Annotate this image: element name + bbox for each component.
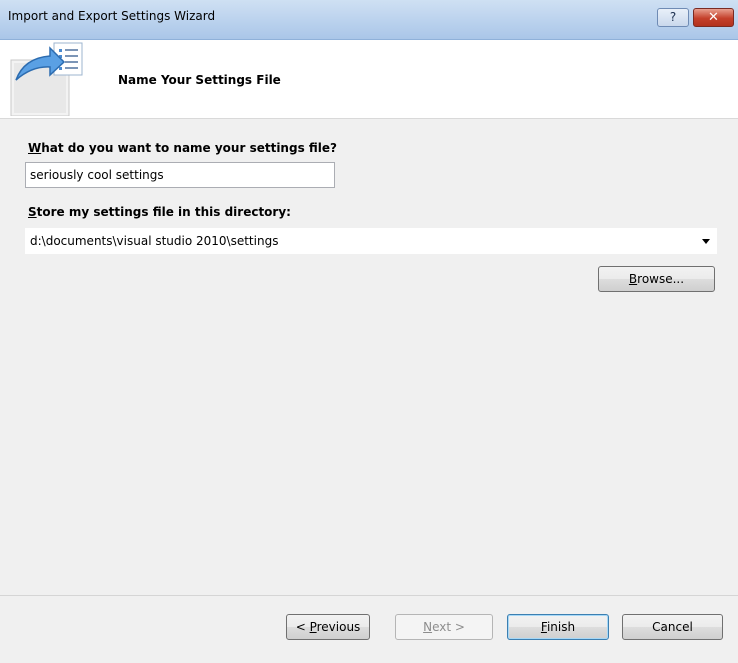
previous-button[interactable]: < Previous — [286, 614, 370, 640]
footer-divider — [0, 595, 738, 596]
next-label: ext > — [432, 620, 465, 634]
finish-label: inish — [546, 620, 576, 634]
next-accelerator: N — [423, 620, 433, 634]
browse-button[interactable]: Browse... — [598, 266, 715, 292]
directory-combobox[interactable]: d:\documents\visual studio 2010\settings — [25, 228, 717, 254]
directory-label-accelerator: S — [28, 205, 37, 219]
name-label-accelerator: W — [28, 141, 42, 155]
cancel-button[interactable]: Cancel — [622, 614, 723, 640]
previous-accelerator: P — [309, 620, 317, 634]
directory-label-text: tore my settings file in this directory: — [36, 205, 291, 219]
settings-export-icon — [10, 42, 83, 116]
settings-name-input[interactable] — [25, 162, 335, 188]
directory-value: d:\documents\visual studio 2010\settings — [30, 234, 279, 248]
previous-label: revious — [316, 620, 361, 634]
directory-label: Store my settings file in this directory… — [28, 205, 291, 219]
page-heading: Name Your Settings File — [118, 73, 281, 87]
browse-accelerator: B — [628, 272, 638, 286]
browse-label: rowse... — [637, 272, 685, 286]
name-label-text: hat do you want to name your settings fi… — [41, 141, 337, 155]
next-button[interactable]: Next > — [395, 614, 493, 640]
title-bar[interactable]: Import and Export Settings Wizard ? ✕ — [0, 0, 738, 40]
wizard-window: Import and Export Settings Wizard ? ✕ Na… — [0, 0, 738, 663]
window-title: Import and Export Settings Wizard — [8, 9, 216, 23]
help-button[interactable]: ? — [657, 8, 689, 27]
dropdown-arrow-icon[interactable] — [702, 239, 710, 244]
close-button[interactable]: ✕ — [693, 8, 734, 27]
finish-button[interactable]: Finish — [507, 614, 609, 640]
wizard-header: Name Your Settings File — [0, 40, 738, 119]
name-label: What do you want to name your settings f… — [28, 141, 337, 155]
wizard-body: What do you want to name your settings f… — [0, 119, 738, 595]
previous-prefix: < — [295, 620, 310, 634]
